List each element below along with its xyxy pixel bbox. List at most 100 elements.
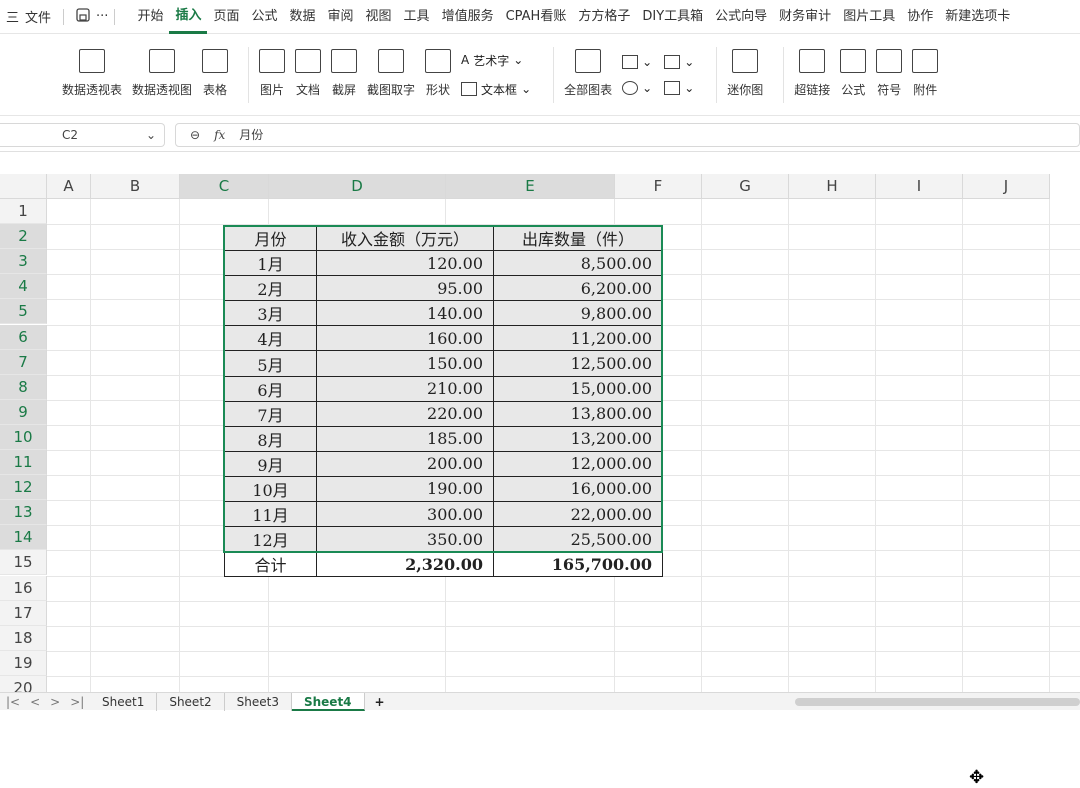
sheet-tab-sheet3[interactable]: Sheet3 bbox=[225, 692, 292, 711]
column-header-a[interactable]: A bbox=[47, 174, 91, 199]
column-header-e[interactable]: E bbox=[446, 174, 615, 199]
name-box[interactable]: C2 ⌄ bbox=[0, 122, 165, 147]
fx-icon[interactable]: fx bbox=[214, 128, 225, 142]
tab-4[interactable]: 数据 bbox=[284, 0, 322, 34]
cell[interactable]: 3月 bbox=[224, 300, 317, 327]
cell[interactable]: 16,000.00 bbox=[493, 475, 663, 503]
tab-8[interactable]: 增值服务 bbox=[436, 0, 500, 34]
tab-12[interactable]: 公式向导 bbox=[709, 0, 773, 34]
horizontal-scrollbar[interactable] bbox=[795, 698, 1080, 706]
cell[interactable]: 95.00 bbox=[316, 275, 494, 302]
cell[interactable]: 月份 bbox=[224, 224, 317, 252]
column-header-d[interactable]: D bbox=[269, 174, 446, 199]
row-header-11[interactable]: 11 bbox=[0, 450, 47, 475]
picture-button[interactable]: 图片 bbox=[259, 43, 286, 107]
cell[interactable]: 2,320.00 bbox=[316, 551, 494, 578]
tab-13[interactable]: 财务审计 bbox=[773, 0, 837, 34]
screenshot-button[interactable]: 截屏 bbox=[331, 43, 358, 107]
document-button[interactable]: 文档 bbox=[295, 43, 322, 107]
column-header-f[interactable]: F bbox=[615, 174, 702, 199]
tab-0[interactable]: 开始 bbox=[131, 0, 169, 34]
select-all-corner[interactable] bbox=[0, 174, 47, 199]
save-icon[interactable] bbox=[76, 7, 90, 26]
cell[interactable]: 210.00 bbox=[316, 375, 494, 402]
row-header-17[interactable]: 17 bbox=[0, 600, 47, 626]
row-header-19[interactable]: 19 bbox=[0, 650, 47, 676]
art-text-button[interactable]: A 艺术字 ⌄ bbox=[461, 52, 531, 69]
cell[interactable]: 300.00 bbox=[316, 501, 494, 528]
cell[interactable]: 9,800.00 bbox=[493, 300, 663, 327]
column-header-j[interactable]: J bbox=[963, 174, 1050, 199]
tab-6[interactable]: 视图 bbox=[360, 0, 398, 34]
tab-11[interactable]: DIY工具箱 bbox=[636, 0, 709, 34]
cell[interactable]: 1月 bbox=[224, 250, 317, 277]
tab-16[interactable]: 新建选项卡 bbox=[939, 0, 1016, 34]
tab-7[interactable]: 工具 bbox=[398, 0, 436, 34]
cell[interactable]: 12月 bbox=[224, 526, 317, 553]
sparkline-button[interactable]: 迷你图 bbox=[727, 43, 763, 107]
row-header-10[interactable]: 10 bbox=[0, 424, 47, 450]
column-header-b[interactable]: B bbox=[91, 174, 180, 199]
last-sheet-icon[interactable]: >| bbox=[70, 695, 84, 709]
sheet-tab-sheet1[interactable]: Sheet1 bbox=[90, 692, 158, 711]
cell[interactable]: 15,000.00 bbox=[493, 375, 663, 402]
symbol-button[interactable]: 符号 bbox=[876, 43, 903, 107]
tab-9[interactable]: CPAH看账 bbox=[500, 0, 573, 34]
sheet-tab-sheet4[interactable]: Sheet4 bbox=[291, 692, 365, 711]
row-header-5[interactable]: 5 bbox=[0, 299, 47, 325]
cell[interactable]: 200.00 bbox=[316, 450, 494, 477]
column-header-h[interactable]: H bbox=[789, 174, 876, 199]
row-header-3[interactable]: 3 bbox=[0, 249, 47, 275]
column-header-g[interactable]: G bbox=[702, 174, 789, 199]
cell[interactable]: 8月 bbox=[224, 425, 317, 452]
more-icon[interactable]: ··· bbox=[96, 9, 108, 24]
row-header-6[interactable]: 6 bbox=[0, 324, 47, 350]
add-sheet-button[interactable]: + bbox=[365, 695, 395, 709]
row-header-7[interactable]: 7 bbox=[0, 349, 47, 375]
cell[interactable]: 7月 bbox=[224, 400, 317, 427]
tab-2[interactable]: 页面 bbox=[207, 0, 245, 34]
pivot-chart-button[interactable]: 数据透视图 bbox=[132, 43, 192, 107]
row-header-8[interactable]: 8 bbox=[0, 374, 47, 400]
cell[interactable]: 4月 bbox=[224, 325, 317, 352]
row-header-16[interactable]: 16 bbox=[0, 575, 47, 601]
cell[interactable]: 11,200.00 bbox=[493, 325, 663, 352]
cell[interactable]: 160.00 bbox=[316, 325, 494, 352]
tab-10[interactable]: 方方格子 bbox=[572, 0, 636, 34]
line-chart-button[interactable]: ⌄ bbox=[664, 54, 694, 69]
tab-3[interactable]: 公式 bbox=[245, 0, 283, 34]
tab-14[interactable]: 图片工具 bbox=[837, 0, 901, 34]
column-header-c[interactable]: C bbox=[180, 174, 269, 199]
ocr-button[interactable]: 截图取字 bbox=[367, 43, 415, 107]
cell[interactable]: 185.00 bbox=[316, 425, 494, 452]
formula-button[interactable]: 公式 bbox=[840, 43, 867, 107]
cell[interactable]: 出库数量（件） bbox=[493, 224, 663, 252]
cell[interactable]: 12,000.00 bbox=[493, 450, 663, 477]
zoom-icon[interactable]: ⊖ bbox=[190, 128, 200, 142]
cell[interactable]: 350.00 bbox=[316, 526, 494, 553]
tab-15[interactable]: 协作 bbox=[901, 0, 939, 34]
tab-1[interactable]: 插入 bbox=[169, 0, 208, 34]
cell[interactable]: 8,500.00 bbox=[493, 250, 663, 277]
cell[interactable]: 合计 bbox=[224, 551, 317, 578]
cell[interactable]: 6,200.00 bbox=[493, 275, 663, 302]
cell[interactable]: 165,700.00 bbox=[493, 551, 663, 578]
prev-sheet-icon[interactable]: < bbox=[30, 695, 40, 709]
cell[interactable]: 13,800.00 bbox=[493, 400, 663, 427]
scatter-chart-button[interactable]: ⌄ bbox=[664, 80, 694, 95]
cell[interactable]: 13,200.00 bbox=[493, 425, 663, 452]
cell[interactable]: 190.00 bbox=[316, 475, 494, 503]
row-header-1[interactable]: 1 bbox=[0, 199, 47, 224]
file-menu[interactable]: 文件 bbox=[25, 7, 51, 26]
sheet-tab-sheet2[interactable]: Sheet2 bbox=[157, 692, 225, 711]
cell[interactable]: 140.00 bbox=[316, 300, 494, 327]
row-header-12[interactable]: 12 bbox=[0, 475, 47, 501]
cell[interactable]: 收入金额（万元） bbox=[316, 224, 494, 252]
cell[interactable]: 120.00 bbox=[316, 250, 494, 277]
cell[interactable]: 10月 bbox=[224, 475, 317, 503]
cell[interactable]: 12,500.00 bbox=[493, 350, 663, 377]
cell[interactable]: 220.00 bbox=[316, 400, 494, 427]
cell[interactable]: 11月 bbox=[224, 501, 317, 528]
spreadsheet-grid[interactable]: ABCDEFGHIJ 1 2 3 4 5 6 7 8 9 10 11 12 13 14 15 16 17 18 19… bbox=[0, 152, 1080, 788]
cell[interactable]: 2月 bbox=[224, 275, 317, 302]
